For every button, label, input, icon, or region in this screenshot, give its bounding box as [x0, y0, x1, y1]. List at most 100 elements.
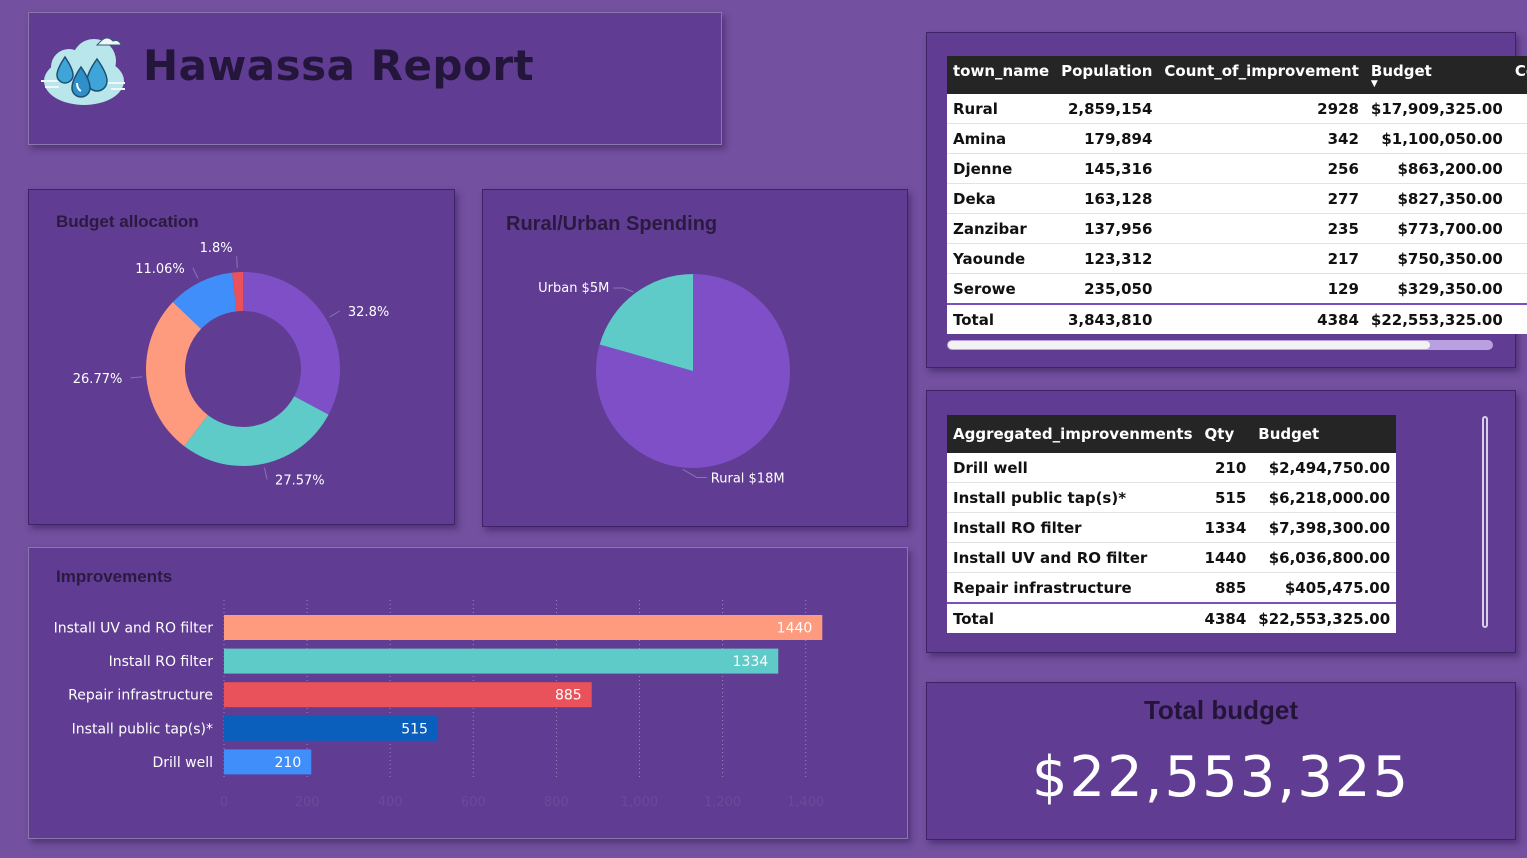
- table-cell: Deka: [947, 183, 1056, 214]
- column-header-cost[interactable]: Cost: [1508, 56, 1527, 94]
- table-row[interactable]: Zanzibar 137,956 235 $773,700.00: [947, 213, 1527, 244]
- table-cell: [1508, 183, 1527, 214]
- leader-line: [613, 287, 634, 293]
- data-label: 11.06%: [135, 262, 185, 277]
- rural-urban-card[interactable]: Rural/Urban Spending Rural $18M Urban $5M: [482, 189, 908, 527]
- total-cell: $22,553,325.00: [1364, 303, 1509, 334]
- table-cell: $863,200.00: [1364, 153, 1509, 184]
- column-header-qty[interactable]: Qty: [1198, 415, 1253, 453]
- table-cell: Amina: [947, 123, 1056, 154]
- data-label: 885: [555, 688, 582, 704]
- table-cell: $2,494,750.00: [1252, 453, 1397, 483]
- tick-label: 400: [378, 795, 403, 810]
- table-row[interactable]: Drill well 210 $2,494,750.00: [947, 453, 1397, 483]
- tick-label: 600: [461, 795, 486, 810]
- leader-line: [130, 376, 143, 379]
- column-header-population[interactable]: Population: [1055, 56, 1159, 94]
- table-cell: 217: [1158, 243, 1365, 274]
- table-cell: 277: [1158, 183, 1365, 214]
- column-header-town-name[interactable]: town_name: [947, 56, 1056, 94]
- table-cell: Yaounde: [947, 243, 1056, 274]
- data-label: Rural $18M: [711, 471, 785, 486]
- scrollbar-thumb[interactable]: [948, 341, 1430, 349]
- total-budget-value: $22,553,325: [1031, 745, 1411, 810]
- bar[interactable]: [224, 615, 823, 640]
- category-label: Install UV and RO filter: [54, 621, 214, 637]
- table-cell: $6,036,800.00: [1252, 542, 1397, 573]
- table-cell: Zanzibar: [947, 213, 1056, 244]
- aggregated-improvements-card[interactable]: Aggregated_improvenments Qty Budget Dril…: [926, 390, 1516, 653]
- bar[interactable]: [224, 648, 779, 674]
- donut-slice[interactable]: [243, 272, 340, 415]
- table-cell: [1508, 273, 1527, 305]
- table-cell: 137,956: [1055, 213, 1159, 244]
- table-cell: $6,218,000.00: [1252, 482, 1397, 513]
- table-cell: 235: [1158, 213, 1365, 244]
- column-header-count-of-improvement[interactable]: Count_of_improvement: [1158, 56, 1365, 94]
- table-cell: 1334: [1198, 512, 1253, 543]
- town-table[interactable]: town_name Population Count_of_improvemen…: [947, 56, 1527, 334]
- tick-label: 200: [295, 795, 320, 810]
- report-title: Hawassa Report: [143, 41, 535, 90]
- table-header-row: town_name Population Count_of_improvemen…: [947, 56, 1527, 94]
- improvements-bar-chart[interactable]: 0 200 400 600 800 1,000 1,200 1,400 Install UV a…: [29, 548, 907, 838]
- data-label: 32.8%: [348, 305, 389, 320]
- table-row[interactable]: Install public tap(s)* 515 $6,218,000.00: [947, 482, 1397, 513]
- table-cell: [1508, 123, 1527, 154]
- table-cell: 235,050: [1055, 273, 1159, 305]
- table-row[interactable]: Amina 179,894 342 $1,100,050.00: [947, 123, 1527, 154]
- table-cell: $405,475.00: [1252, 572, 1397, 604]
- improvements-card[interactable]: Improvements 0 200 400 600 800 1,000 1,200 1,40…: [28, 547, 908, 839]
- column-header-aggregated-improvements[interactable]: Aggregated_improvenments: [947, 415, 1199, 453]
- table-cell: $773,700.00: [1364, 213, 1509, 244]
- table-row[interactable]: Yaounde 123,312 217 $750,350.00: [947, 243, 1527, 274]
- table-cell: Rural: [947, 94, 1056, 124]
- table-cell: $17,909,325.00: [1364, 94, 1509, 124]
- table-cell: 2928: [1158, 94, 1365, 124]
- bar[interactable]: [224, 682, 592, 708]
- table-row[interactable]: Deka 163,128 277 $827,350.00: [947, 183, 1527, 214]
- donut-slice[interactable]: [184, 396, 329, 466]
- table-row[interactable]: Rural 2,859,154 2928 $17,909,325.00: [947, 94, 1527, 124]
- tick-label: 800: [544, 795, 569, 810]
- column-header-budget[interactable]: Budget ▼: [1364, 56, 1509, 94]
- table-cell: Install RO filter: [947, 512, 1199, 543]
- budget-donut-chart[interactable]: 32.8% 27.57% 26.77% 11.06% 1.8%: [29, 190, 454, 524]
- table-total-row: Total 4384 $22,553,325.00: [947, 602, 1397, 633]
- table-row[interactable]: Djenne 145,316 256 $863,200.00: [947, 153, 1527, 184]
- table-cell: 129: [1158, 273, 1365, 305]
- data-label: Urban $5M: [538, 281, 609, 296]
- total-cell: 3,843,810: [1055, 303, 1159, 334]
- table-cell: $329,350.00: [1364, 273, 1509, 305]
- horizontal-scrollbar[interactable]: [947, 340, 1493, 350]
- table-cell: $827,350.00: [1364, 183, 1509, 214]
- data-label: 27.57%: [275, 473, 325, 488]
- table-row[interactable]: Install UV and RO filter 1440 $6,036,800.0…: [947, 542, 1397, 573]
- leader-line: [236, 256, 238, 269]
- data-label: 26.77%: [73, 372, 123, 387]
- table-total-row: Total 3,843,810 4384 $22,553,325.00: [947, 303, 1527, 334]
- tick-label: 1,000: [621, 795, 658, 810]
- total-cell: Total: [947, 303, 1056, 334]
- budget-header-label: Budget: [1370, 62, 1432, 80]
- table-cell: 210: [1198, 453, 1253, 483]
- table-row[interactable]: Repair infrastructure 885 $405,475.00: [947, 572, 1397, 604]
- report-header: Hawassa Report: [28, 12, 722, 145]
- table-cell: Install UV and RO filter: [947, 542, 1199, 573]
- table-row[interactable]: Serowe 235,050 129 $329,350.00: [947, 273, 1527, 305]
- water-drops-cloud-icon: [41, 37, 125, 105]
- leader-line: [682, 469, 707, 478]
- budget-allocation-card[interactable]: Budget allocation 32.8% 27.57% 26.77% 11.06…: [28, 189, 455, 525]
- table-row[interactable]: Install RO filter 1334 $7,398,300.00: [947, 512, 1397, 543]
- leader-line: [264, 467, 268, 480]
- table-cell: [1508, 213, 1527, 244]
- table-cell: [1508, 303, 1527, 334]
- table-header-row: Aggregated_improvenments Qty Budget: [947, 415, 1397, 453]
- table-cell: Djenne: [947, 153, 1056, 184]
- aggregated-improvements-table[interactable]: Aggregated_improvenments Qty Budget Dril…: [947, 415, 1397, 633]
- town-table-card[interactable]: town_name Population Count_of_improvemen…: [926, 32, 1527, 368]
- table-cell: Install public tap(s)*: [947, 482, 1199, 513]
- vertical-scrollbar[interactable]: [1482, 416, 1488, 628]
- column-header-budget[interactable]: Budget: [1252, 415, 1397, 453]
- rural-urban-pie-chart[interactable]: Rural $18M Urban $5M: [483, 190, 907, 526]
